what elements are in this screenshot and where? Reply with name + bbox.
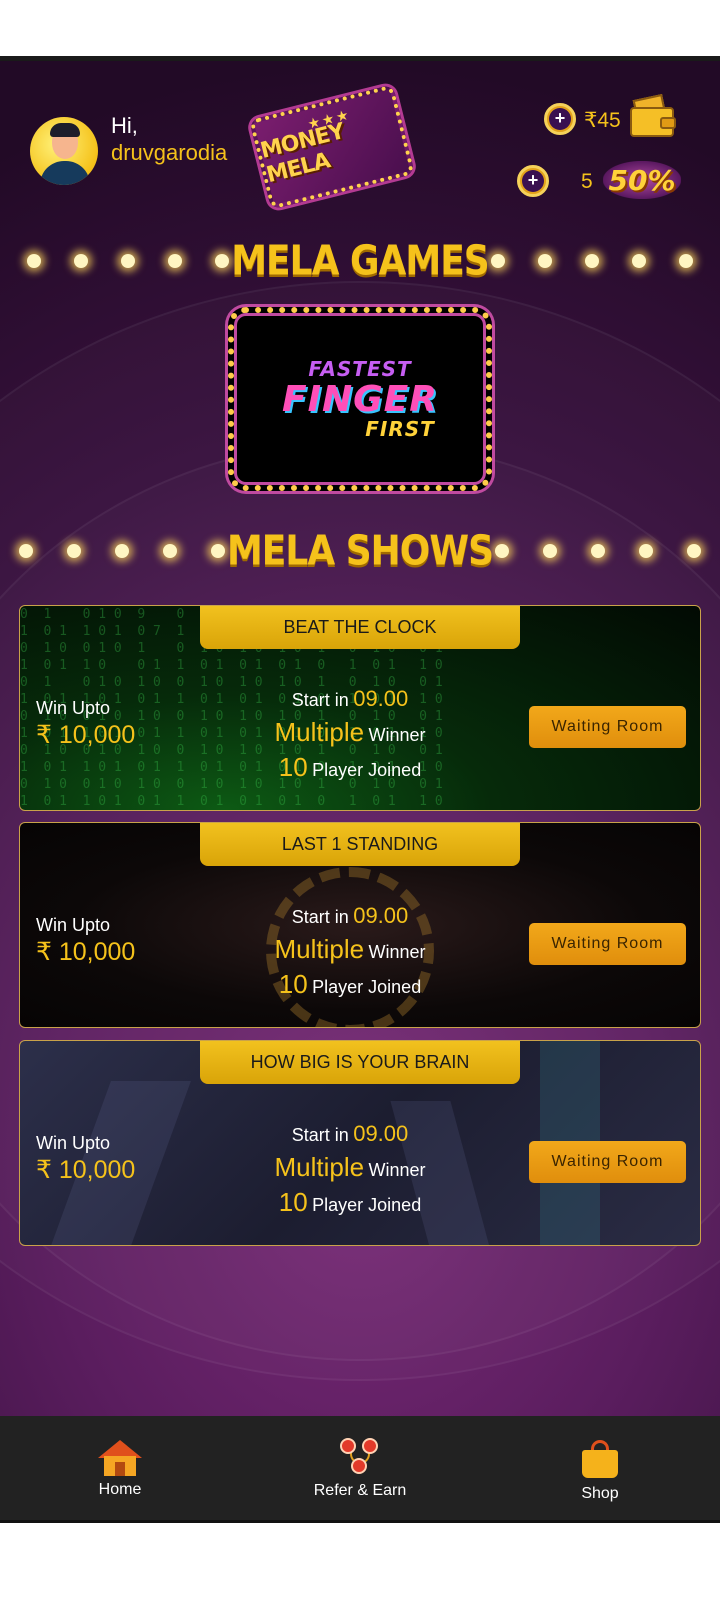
- nav-shop[interactable]: Shop: [520, 1416, 680, 1522]
- refer-icon: [340, 1436, 380, 1476]
- waiting-room-button[interactable]: Waiting Room: [529, 706, 686, 748]
- status-area: [0, 0, 720, 56]
- ticket-count: 5: [581, 170, 593, 193]
- show-card-beat-the-clock[interactable]: 0 1 0 1 0 9 0 1 7 0 1 0 1 0 1 0 0 1 1 0 …: [19, 605, 701, 811]
- add-balance-button[interactable]: +: [544, 103, 576, 135]
- show-info: Start in 09.00 Multiple Winner 10 Player…: [274, 903, 426, 999]
- mela-games-title: MELA GAMES: [231, 237, 490, 286]
- nav-home-label: Home: [98, 1481, 142, 1498]
- waiting-room-button[interactable]: Waiting Room: [529, 1141, 686, 1183]
- avatar[interactable]: [30, 117, 98, 185]
- win-amount: ₹ 10,000: [36, 1156, 136, 1184]
- plus-icon: +: [522, 170, 544, 192]
- nav-refer-earn[interactable]: Refer & Earn: [280, 1416, 440, 1522]
- app-screen: Hi, druvgarodia ★★★ MONEY MELA + ₹45 + 5…: [0, 61, 720, 1416]
- bottom-divider: [0, 1520, 720, 1523]
- plus-icon: +: [549, 108, 571, 130]
- win-label: Win Upto: [36, 698, 111, 718]
- win-amount: ₹ 10,000: [36, 721, 136, 749]
- fastest-finger-first-game-card[interactable]: FASTEST FINGER FIRST: [228, 307, 492, 491]
- money-mela-logo: ★★★ MONEY MELA: [249, 84, 415, 210]
- wallet-icon[interactable]: [630, 94, 676, 137]
- home-icon: [98, 1440, 142, 1476]
- shopping-bag-icon: [582, 1440, 618, 1478]
- nav-refer-label: Refer & Earn: [313, 1482, 407, 1499]
- discount-badge[interactable]: 50%: [603, 161, 681, 199]
- username: druvgarodia: [111, 140, 228, 165]
- wallet-balance: ₹45: [584, 109, 621, 132]
- show-card-last-1-standing[interactable]: LAST 1 STANDING Win Upto ₹ 10,000 Start …: [19, 822, 701, 1028]
- show-card-how-big-is-your-brain[interactable]: HOW BIG IS YOUR BRAIN Win Upto ₹ 10,000 …: [19, 1040, 701, 1246]
- mela-shows-title: MELA SHOWS: [226, 527, 494, 576]
- win-amount: ₹ 10,000: [36, 938, 136, 966]
- bottom-navigation: Home Refer & Earn Shop: [0, 1416, 720, 1522]
- show-title: BEAT THE CLOCK: [200, 606, 520, 649]
- show-title: LAST 1 STANDING: [200, 823, 520, 866]
- greeting-text: Hi,: [111, 113, 138, 138]
- nav-shop-label: Shop: [581, 1485, 619, 1502]
- show-title: HOW BIG IS YOUR BRAIN: [200, 1041, 520, 1084]
- add-tickets-button[interactable]: +: [517, 165, 549, 197]
- waiting-room-button[interactable]: Waiting Room: [529, 923, 686, 965]
- show-info: Start in 09.00 Multiple Winner 10 Player…: [274, 1121, 426, 1217]
- win-label: Win Upto: [36, 1133, 111, 1153]
- show-info: Start in 09.00 Multiple Winner 10 Player…: [274, 686, 426, 782]
- win-label: Win Upto: [36, 915, 111, 935]
- nav-home[interactable]: Home: [40, 1416, 200, 1522]
